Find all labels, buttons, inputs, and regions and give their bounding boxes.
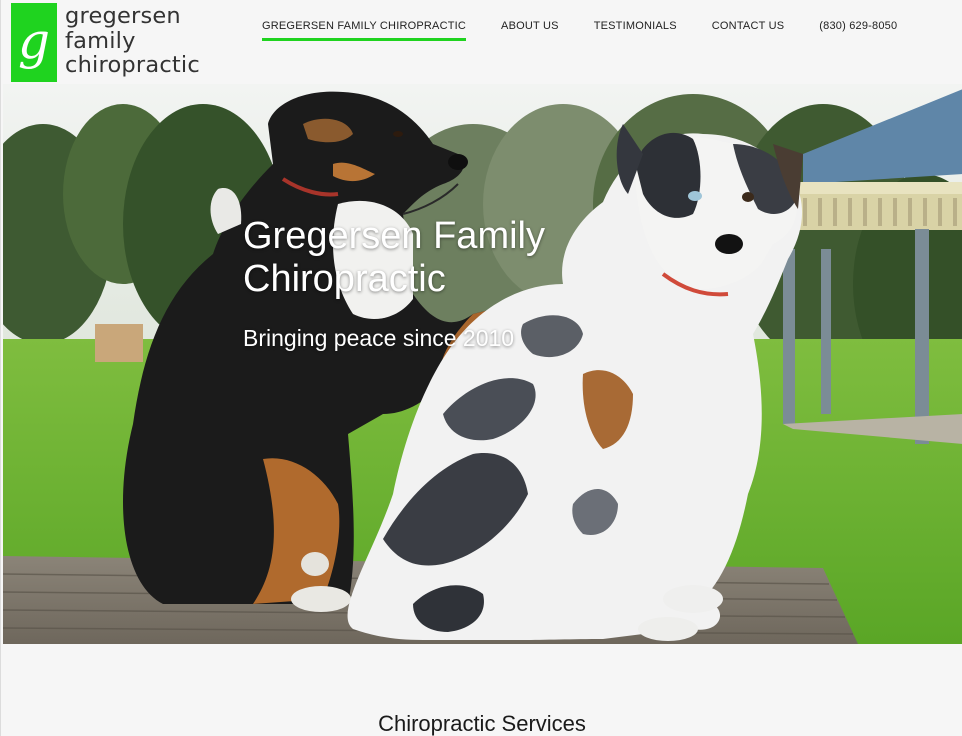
logo-line-chiropractic: chiropractic	[65, 52, 200, 78]
nav-item-testimonials[interactable]: TESTIMONIALS	[594, 20, 677, 37]
hero-banner: Gregersen Family Chiropractic Bringing p…	[3, 84, 962, 644]
site-logo[interactable]: g gregersen family chiropractic	[11, 3, 200, 82]
hero-subtitle: Bringing peace since 2010	[243, 325, 515, 351]
nav-item-contact-us[interactable]: CONTACT US	[712, 20, 785, 37]
hero-dogs-image	[3, 84, 962, 644]
svg-text:g: g	[18, 12, 50, 70]
site-header: g gregersen family chiropractic GREGERSE…	[1, 0, 962, 84]
nav-item-home[interactable]: GREGERSEN FAMILY CHIROPRACTIC	[262, 20, 467, 41]
logo-line-gregersen: gregersen	[65, 3, 181, 29]
nav-item-about-us[interactable]: ABOUT US	[501, 20, 559, 37]
logo-wordmark: gregersen family chiropractic	[65, 4, 200, 78]
hero-title: Gregersen Family Chiropractic	[243, 215, 545, 300]
logo-line-family: family	[65, 27, 136, 54]
logo-g-icon: g	[18, 12, 50, 70]
logo-mark: g	[11, 3, 57, 82]
nav-item-phone[interactable]: (830) 629-8050	[819, 20, 897, 37]
main-nav: GREGERSEN FAMILY CHIROPRACTIC ABOUT US T…	[262, 20, 897, 41]
page: g gregersen family chiropractic GREGERSE…	[0, 0, 962, 736]
services-heading: Chiropractic Services	[378, 711, 586, 736]
